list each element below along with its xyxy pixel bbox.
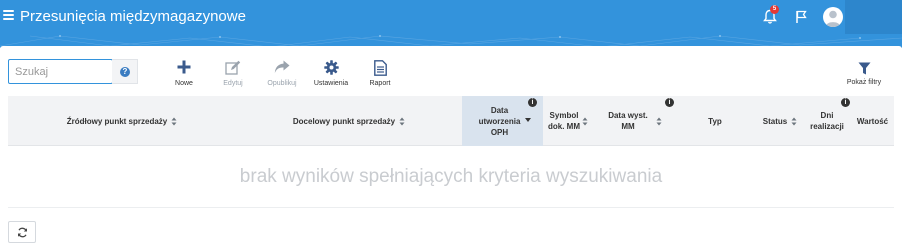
publish-label: Opublikuj xyxy=(267,80,297,87)
settings-button[interactable]: Ustawienia xyxy=(306,60,356,92)
col-source-label: Źródłowy punkt sprzedaży xyxy=(66,116,168,126)
sort-icon xyxy=(582,117,588,125)
col-issued-header[interactable]: Data wyst. MM i xyxy=(593,96,674,146)
col-symbol-header[interactable]: Symbol dok. MM xyxy=(543,96,593,146)
col-days-label: Dni realizacji xyxy=(810,111,844,131)
publish-button[interactable]: Opublikuj xyxy=(257,60,307,92)
col-target-header[interactable]: Docelowy punkt sprzedaży xyxy=(236,96,462,146)
filter-icon xyxy=(858,62,870,75)
empty-results-message: brak wyników spełniających kryteria wysz… xyxy=(8,146,894,208)
sort-desc-icon xyxy=(525,118,531,122)
col-created-header[interactable]: Data utworzenia OPH i xyxy=(462,96,543,146)
search-help-button[interactable]: ? xyxy=(112,59,138,84)
show-filters-label: Pokaż filtry xyxy=(846,79,882,86)
col-source-header[interactable]: Źródłowy punkt sprzedaży xyxy=(8,96,236,146)
page-title: Przesunięcia międzymagazynowe xyxy=(20,8,246,25)
sort-icon xyxy=(656,117,662,125)
gear-icon xyxy=(323,60,339,75)
refresh-icon xyxy=(18,227,27,238)
col-status-label: Status xyxy=(762,116,788,126)
col-type-header[interactable]: Typ xyxy=(673,96,757,146)
col-days-header[interactable]: Dni realizacji i xyxy=(803,96,851,146)
search-input[interactable] xyxy=(8,59,113,84)
sort-icon xyxy=(791,117,797,125)
col-symbol-label: Symbol dok. MM xyxy=(548,111,580,131)
sort-icon xyxy=(399,117,405,125)
flag-icon[interactable] xyxy=(795,10,807,24)
col-value-header[interactable]: Wartość xyxy=(851,96,894,146)
share-icon xyxy=(274,60,290,73)
new-label: Nowe xyxy=(175,80,193,87)
user-avatar-icon[interactable] xyxy=(823,7,843,27)
col-status-header[interactable]: Status xyxy=(757,96,803,146)
edit-label: Edytuj xyxy=(223,80,243,87)
edit-icon xyxy=(225,60,241,75)
info-icon[interactable]: i xyxy=(841,98,850,107)
table-header: Źródłowy punkt sprzedaży Docelowy punkt … xyxy=(8,96,894,146)
col-issued-label: Data wyst. MM xyxy=(608,111,648,131)
sort-icon xyxy=(171,117,177,125)
info-icon[interactable]: i xyxy=(528,98,537,107)
document-icon xyxy=(373,60,387,76)
refresh-button[interactable] xyxy=(8,221,36,243)
content-panel: ? Nowe Edytuj Opublikuj xyxy=(0,46,902,247)
new-button[interactable]: Nowe xyxy=(159,60,209,92)
col-created-label: Data utworzenia OPH xyxy=(478,105,521,137)
settings-label: Ustawienia xyxy=(313,80,349,87)
help-icon: ? xyxy=(120,67,130,77)
show-filters-button[interactable]: Pokaż filtry xyxy=(834,62,894,92)
edit-button[interactable]: Edytuj xyxy=(208,60,258,92)
top-bar: Przesunięcia międzymagazynowe 5 xyxy=(0,0,902,34)
topbar-user-area[interactable] xyxy=(845,0,902,34)
col-type-label: Typ xyxy=(708,116,722,126)
hamburger-icon[interactable] xyxy=(3,10,14,22)
report-label: Raport xyxy=(369,80,391,87)
col-value-label: Wartość xyxy=(856,116,889,126)
report-button[interactable]: Raport xyxy=(355,60,405,92)
plus-icon xyxy=(177,60,191,74)
notification-badge: 5 xyxy=(770,5,779,14)
col-target-label: Docelowy punkt sprzedaży xyxy=(292,116,396,126)
